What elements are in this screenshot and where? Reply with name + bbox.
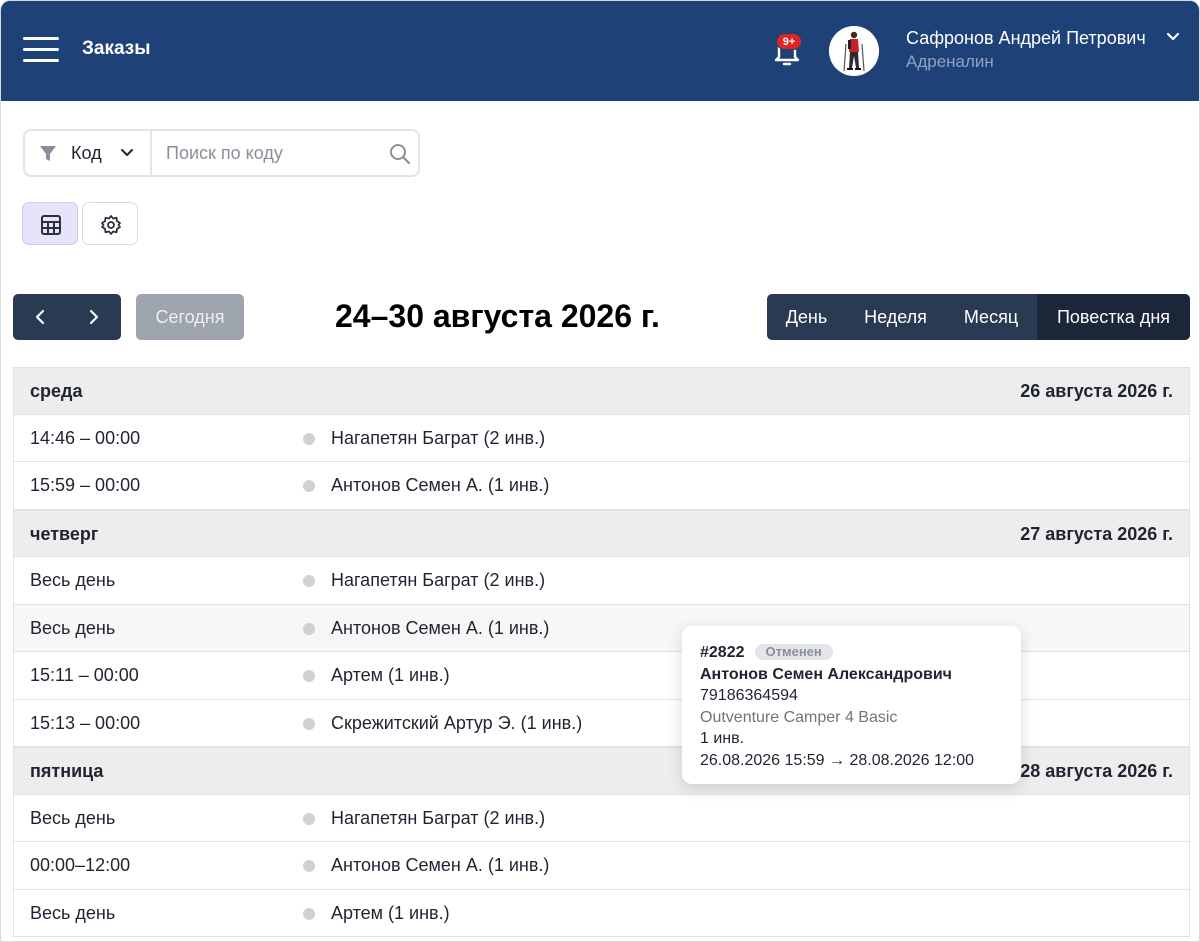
notification-count-badge: 9+ (776, 33, 802, 50)
agenda-event-row[interactable]: Весь день Нагапетян Баграт (2 инв.) (14, 557, 1189, 605)
event-time: Весь день (30, 807, 116, 828)
agenda-event-row[interactable]: Весь день Артем (1 инв.) (14, 889, 1189, 937)
event-status-dot (303, 717, 315, 730)
app-window: Заказы 9+ Сафронов Андрей Петрович Адрен… (0, 0, 1200, 942)
event-time: 00:00–12:00 (30, 855, 131, 875)
chevron-down-icon (1166, 32, 1180, 41)
agenda-event-row[interactable]: 14:46 – 00:00 Нагапетян Баграт (2 инв.) (14, 414, 1189, 462)
day-name: четверг (30, 523, 99, 544)
notifications-button[interactable]: 9+ (771, 33, 803, 69)
event-time: 15:13 – 00:00 (30, 712, 141, 733)
today-button[interactable]: Сегодня (136, 294, 244, 340)
menu-icon[interactable] (23, 37, 59, 69)
event-title: Артем (1 инв.) (331, 902, 450, 923)
event-status-dot (303, 670, 315, 682)
day-date: 27 августа 2026 г. (1020, 523, 1173, 544)
agenda-event-row[interactable]: 15:59 – 00:00 Антонов Семен А. (1 инв.) (14, 462, 1189, 510)
event-status-dot (303, 860, 315, 872)
event-status-dot (303, 480, 315, 492)
filter-icon (40, 146, 56, 161)
event-time: 14:46 – 00:00 (30, 427, 141, 448)
user-organization: Адреналин (906, 52, 994, 71)
event-time: 15:11 – 00:00 (30, 665, 139, 685)
event-status-dot (303, 575, 315, 587)
rental-period: 26.08.2026 15:59 → 28.08.2026 12:00 (700, 751, 975, 769)
event-time: 15:59 – 00:00 (30, 475, 141, 495)
day-date: 28 августа 2026 г. (1020, 761, 1173, 781)
day-date: 26 августа 2026 г. (1020, 381, 1173, 401)
calendar-view-switcher: День Неделя Месяц Повестка дня (767, 294, 1190, 340)
search-bar: Код (23, 129, 420, 177)
event-title: Нагапетян Баграт (2 инв.) (331, 427, 546, 448)
agenda-event-row[interactable]: 00:00–12:00 Антонов Семен А. (1 инв.) (14, 842, 1189, 890)
user-menu[interactable]: Сафронов Андрей Петрович Адреналин (906, 28, 1180, 72)
event-title: Антонов Семен А. (1 инв.) (331, 617, 550, 638)
customer-phone: 79186364594 (700, 687, 798, 704)
filter-field-label: Код (71, 143, 102, 163)
view-week-button[interactable]: Неделя (846, 294, 945, 340)
event-status-dot (303, 432, 315, 445)
event-time: Весь день (30, 617, 116, 638)
hiker-avatar-icon (829, 26, 879, 76)
table-icon (41, 215, 61, 235)
event-time: Весь день (30, 902, 116, 923)
day-header: четверг 27 августа 2026 г. (14, 509, 1189, 557)
event-title: Нагапетян Баграт (2 инв.) (331, 807, 546, 828)
next-period-button[interactable] (67, 294, 121, 340)
event-title: Антонов Семен А. (1 инв.) (331, 855, 550, 875)
chevron-right-icon (89, 309, 99, 325)
event-status-dot (303, 622, 315, 635)
user-name: Сафронов Андрей Петрович (906, 28, 1146, 48)
event-title: Антонов Семен А. (1 инв.) (331, 475, 550, 495)
event-status-dot (303, 812, 315, 825)
chevron-down-icon (121, 149, 133, 156)
table-view-button[interactable] (22, 202, 78, 245)
period-navigation (13, 294, 121, 340)
day-name: пятница (30, 761, 104, 781)
view-day-button[interactable]: День (767, 294, 846, 340)
filter-field-dropdown[interactable]: Код (25, 131, 152, 175)
avatar[interactable] (829, 26, 879, 76)
event-time: Весь день (30, 570, 116, 590)
customer-name: Антонов Семен Александрович (700, 665, 952, 683)
search-icon[interactable] (389, 143, 411, 165)
event-status-dot (303, 907, 315, 920)
top-bar: Заказы 9+ Сафронов Андрей Петрович Адрен… (1, 1, 1199, 101)
status-badge: Отменен (754, 644, 833, 660)
previous-period-button[interactable] (13, 294, 67, 340)
day-header: среда 26 августа 2026 г. (14, 367, 1189, 415)
settings-button[interactable] (82, 202, 138, 245)
event-title: Нагапетян Баграт (2 инв.) (331, 570, 546, 590)
day-name: среда (30, 381, 83, 401)
view-agenda-button[interactable]: Повестка дня (1037, 294, 1190, 340)
date-range-title: 24–30 августа 2026 г. (335, 298, 660, 334)
gear-icon (101, 215, 121, 235)
order-tooltip: #2822 Отменен Антонов Семен Александрович… (682, 626, 1021, 784)
item-quantity: 1 инв. (700, 730, 745, 747)
event-title: Артем (1 инв.) (331, 665, 450, 685)
chevron-left-icon (35, 309, 45, 325)
event-title: Скрежитский Артур Э. (1 инв.) (331, 712, 583, 733)
order-number: #2822 (700, 644, 745, 661)
page-title: Заказы (82, 38, 151, 59)
search-input[interactable] (154, 131, 379, 175)
agenda-event-row[interactable]: Весь день Нагапетян Баграт (2 инв.) (14, 794, 1189, 842)
rental-item: Outventure Camper 4 Basic (700, 708, 898, 726)
view-month-button[interactable]: Месяц (945, 294, 1037, 340)
